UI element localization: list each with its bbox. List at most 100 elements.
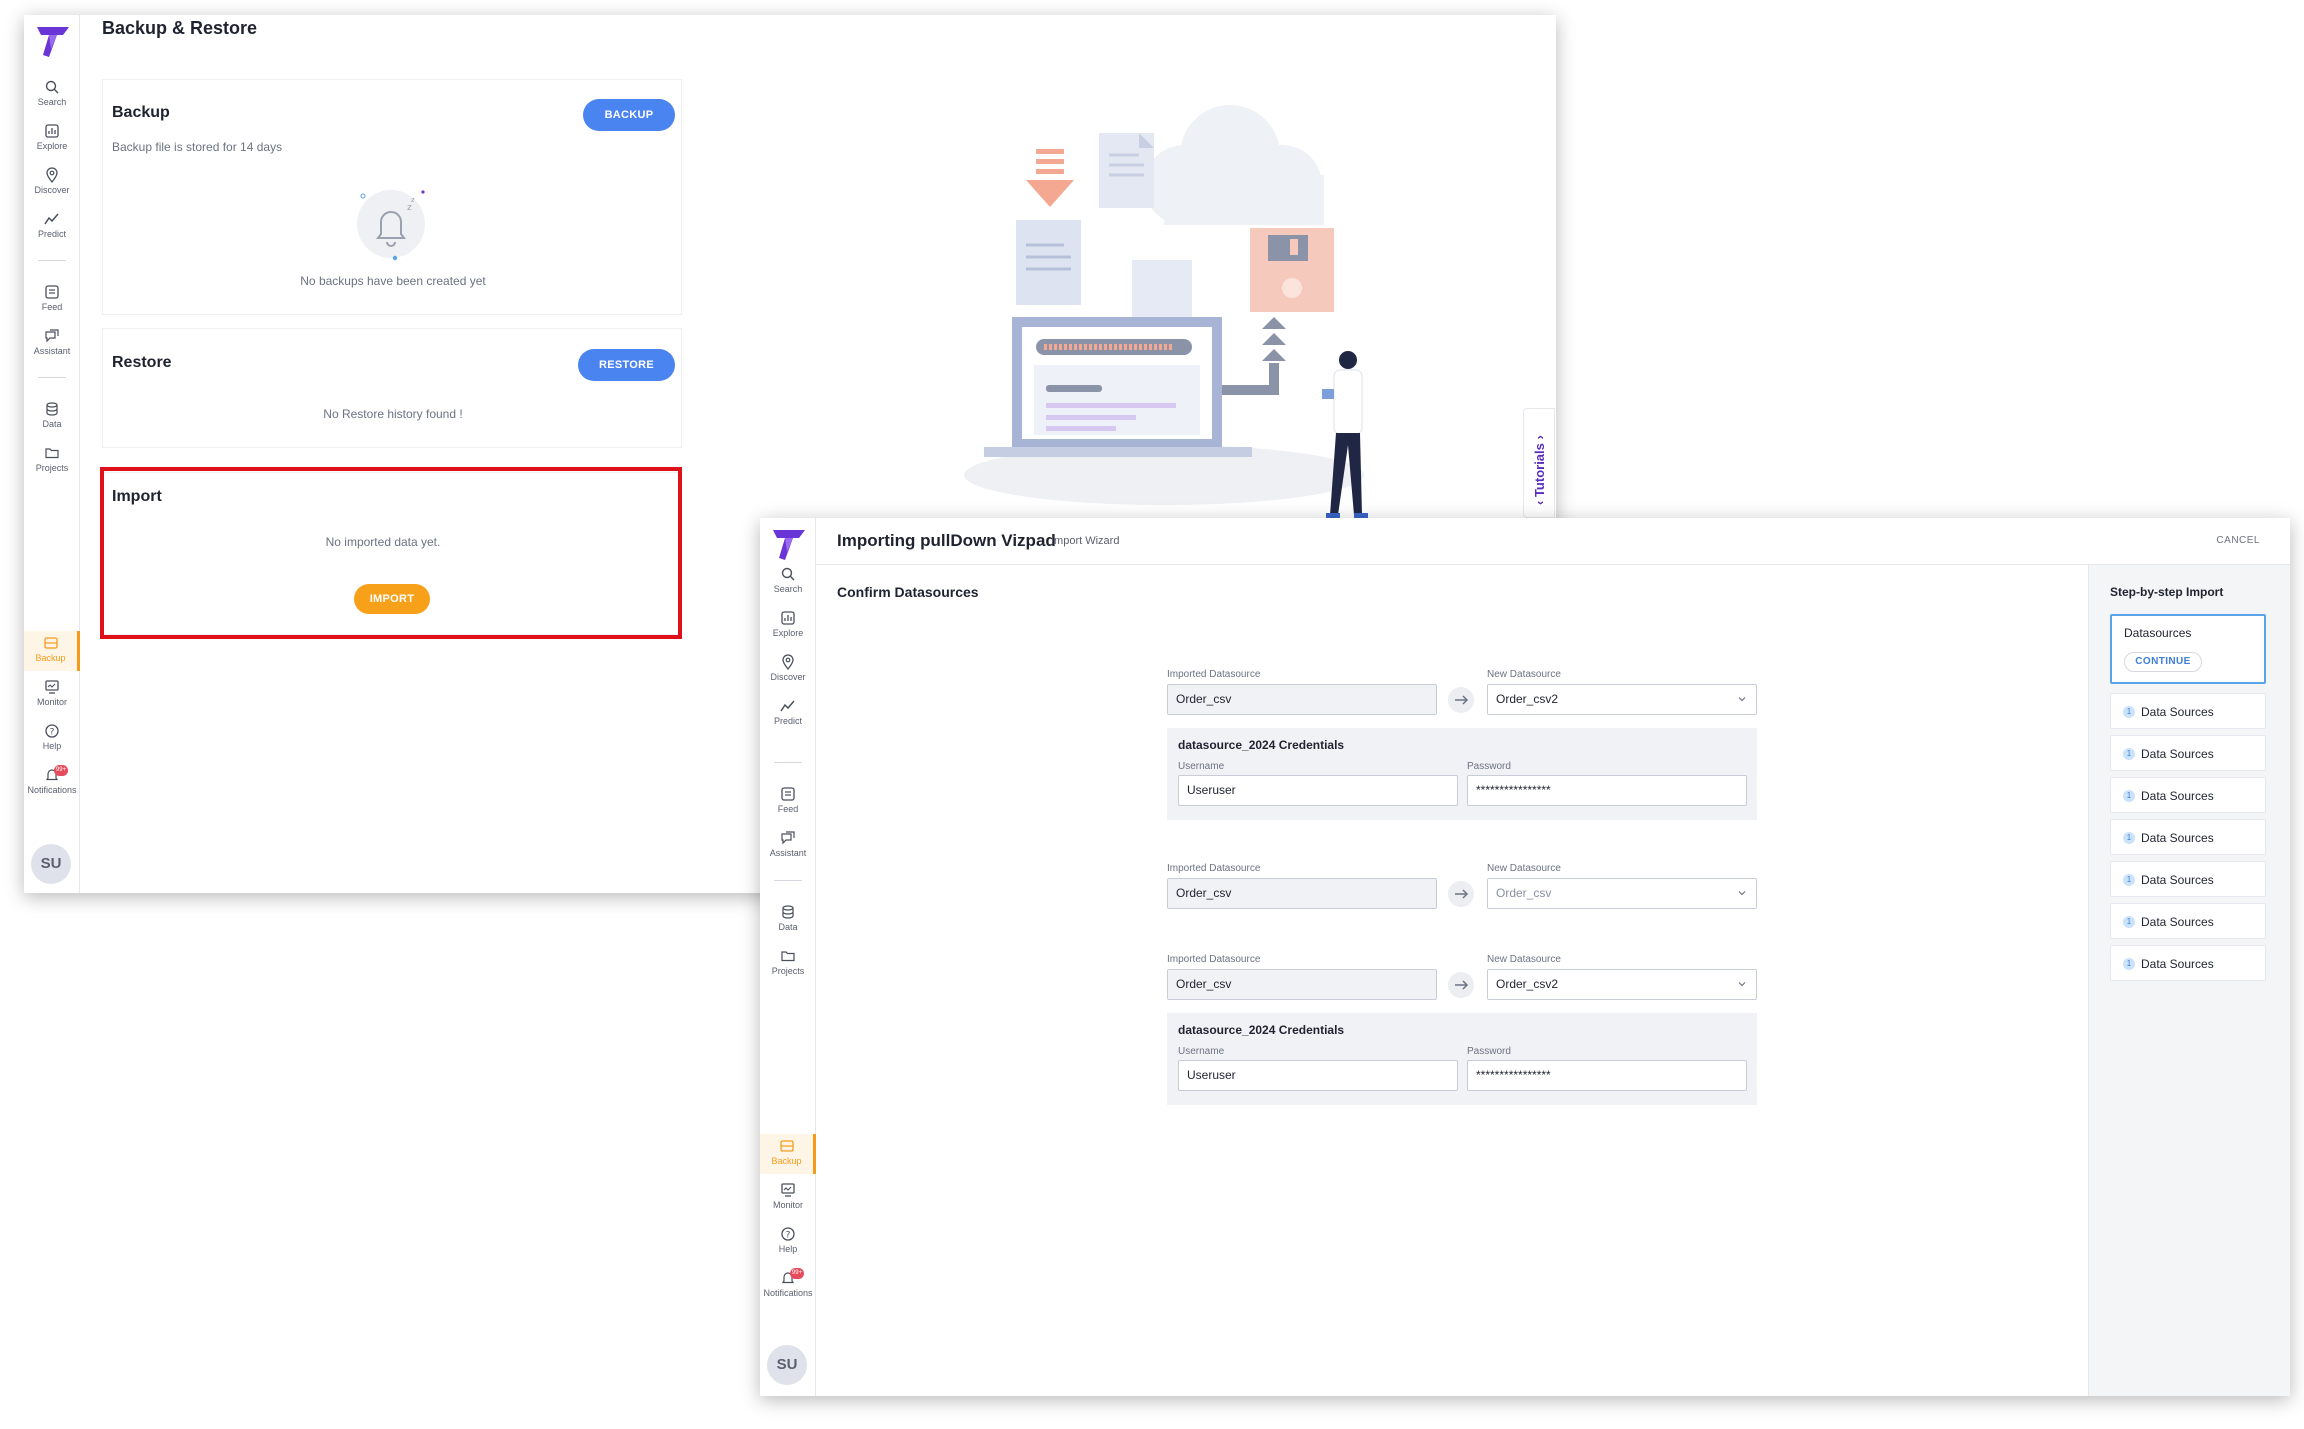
- username-label: Username: [1178, 1046, 1225, 1057]
- nav-monitor[interactable]: Monitor: [24, 675, 80, 715]
- arrow-right-icon: [1448, 881, 1474, 907]
- nav-projects[interactable]: Projects: [24, 441, 80, 481]
- nav-label: Notifications: [763, 1288, 813, 1298]
- nav-backup[interactable]: Backup: [24, 631, 80, 671]
- step-item[interactable]: 1 Data Sources: [2110, 819, 2266, 855]
- step-datasources[interactable]: Datasources CONTINUE: [2110, 614, 2266, 684]
- tutorials-text: Tutorials: [1532, 443, 1547, 498]
- database-icon: [46, 402, 58, 416]
- folder-icon: [45, 448, 59, 459]
- backup-button[interactable]: BACKUP: [583, 99, 675, 131]
- nav-label: Projects: [771, 966, 805, 976]
- nav-label: Feed: [41, 302, 63, 312]
- new-datasource-select[interactable]: Order_csv2: [1487, 684, 1757, 715]
- page-title: Backup & Restore: [102, 18, 258, 38]
- new-datasource-select[interactable]: Order_csv2: [1487, 969, 1757, 1000]
- nav-data[interactable]: Data: [24, 397, 80, 437]
- restore-title: Restore: [112, 354, 172, 371]
- nav-explore[interactable]: Explore: [24, 119, 80, 159]
- nav-help[interactable]: ? Help: [760, 1222, 816, 1262]
- nav-label: Feed: [777, 804, 799, 814]
- trend-line-icon: [780, 700, 795, 712]
- username-label: Username: [1178, 761, 1225, 772]
- sidebar: Search Explore Discover Predict Feed Ass…: [760, 518, 816, 1396]
- step-panel: Step-by-step Import Datasources CONTINUE…: [2088, 565, 2290, 1396]
- nav-predict[interactable]: Predict: [760, 694, 816, 734]
- step-item[interactable]: 1 Data Sources: [2110, 735, 2266, 771]
- new-datasource-select[interactable]: Order_csv: [1487, 878, 1757, 909]
- step-label: Data Sources: [2141, 915, 2214, 929]
- nav-explore[interactable]: Explore: [760, 606, 816, 646]
- monitor-icon: [781, 1183, 795, 1197]
- username-input[interactable]: Useruser: [1178, 1060, 1458, 1091]
- nav-label: Explore: [772, 628, 804, 638]
- step-number: 1: [2123, 706, 2135, 718]
- nav-backup[interactable]: Backup: [760, 1134, 816, 1174]
- password-input[interactable]: ****************: [1467, 775, 1747, 806]
- continue-button[interactable]: CONTINUE: [2124, 652, 2202, 672]
- step-label: Data Sources: [2141, 705, 2214, 719]
- step-number: 1: [2123, 874, 2135, 886]
- help-icon: ?: [45, 724, 59, 738]
- search-icon: [45, 80, 59, 94]
- nav-data[interactable]: Data: [760, 900, 816, 940]
- backup-icon: [43, 637, 58, 649]
- cancel-button[interactable]: CANCEL: [2216, 535, 2260, 546]
- nav-label: Discover: [34, 185, 70, 195]
- password-label: Password: [1467, 1046, 1511, 1057]
- select-value: Order_csv2: [1496, 977, 1559, 991]
- password-input[interactable]: ****************: [1467, 1060, 1747, 1091]
- step-number: 1: [2123, 916, 2135, 928]
- nav-label: Projects: [35, 463, 69, 473]
- app-logo-icon[interactable]: [769, 524, 809, 564]
- step-number: 1: [2123, 790, 2135, 802]
- nav-projects[interactable]: Projects: [760, 944, 816, 984]
- nav-label: Discover: [770, 672, 806, 682]
- header-divider: [816, 564, 2290, 565]
- nav-label: Assistant: [769, 848, 807, 858]
- nav-search[interactable]: Search: [24, 75, 80, 115]
- nav-discover[interactable]: Discover: [760, 650, 816, 690]
- tutorials-tab[interactable]: ‹ Tutorials ›: [1523, 408, 1555, 518]
- backup-card: Backup BACKUP Backup file is stored for …: [102, 79, 682, 315]
- avatar[interactable]: SU: [767, 1345, 807, 1385]
- restore-empty-text: No Restore history found !: [323, 407, 463, 421]
- new-datasource-label: New Datasource: [1487, 863, 1561, 874]
- username-input[interactable]: Useruser: [1178, 775, 1458, 806]
- credentials-panel: datasource_2024 Credentials Username Use…: [1167, 1013, 1757, 1105]
- step-item[interactable]: 1 Data Sources: [2110, 861, 2266, 897]
- backup-empty-text: No backups have been created yet: [300, 274, 486, 288]
- step-item[interactable]: 1 Data Sources: [2110, 903, 2266, 939]
- step-item[interactable]: 1 Data Sources: [2110, 693, 2266, 729]
- step-label: Data Sources: [2141, 747, 2214, 761]
- nav-feed[interactable]: Feed: [24, 280, 80, 320]
- nav-label: Search: [37, 97, 67, 107]
- divider: [38, 260, 66, 261]
- backup-icon: [779, 1140, 794, 1152]
- nav-feed[interactable]: Feed: [760, 782, 816, 822]
- nav-help[interactable]: ? Help: [24, 719, 80, 759]
- avatar[interactable]: SU: [31, 844, 71, 884]
- trend-line-icon: [44, 213, 59, 225]
- step-number: 1: [2123, 832, 2135, 844]
- step-item[interactable]: 1 Data Sources: [2110, 945, 2266, 981]
- nav-monitor[interactable]: Monitor: [760, 1178, 816, 1218]
- chevron-down-icon: [1738, 891, 1746, 896]
- step-item[interactable]: 1 Data Sources: [2110, 777, 2266, 813]
- nav-search[interactable]: Search: [760, 562, 816, 602]
- nav-assistant[interactable]: Assistant: [24, 324, 80, 364]
- folder-icon: [781, 951, 795, 962]
- svg-text:?: ?: [50, 728, 55, 738]
- nav-assistant[interactable]: Assistant: [760, 826, 816, 866]
- restore-button[interactable]: RESTORE: [578, 349, 675, 381]
- nav-label: Assistant: [33, 346, 71, 356]
- nav-predict[interactable]: Predict: [24, 207, 80, 247]
- nav-notifications[interactable]: Notifications 99+: [760, 1266, 816, 1306]
- nav-label: Predict: [773, 716, 802, 726]
- svg-text:z: z: [411, 196, 415, 204]
- app-logo-icon[interactable]: [33, 21, 73, 61]
- nav-discover[interactable]: Discover: [24, 163, 80, 203]
- nav-label: Monitor: [36, 697, 67, 707]
- nav-notifications[interactable]: Notifications 99+: [24, 763, 80, 803]
- step-label: Data Sources: [2141, 789, 2214, 803]
